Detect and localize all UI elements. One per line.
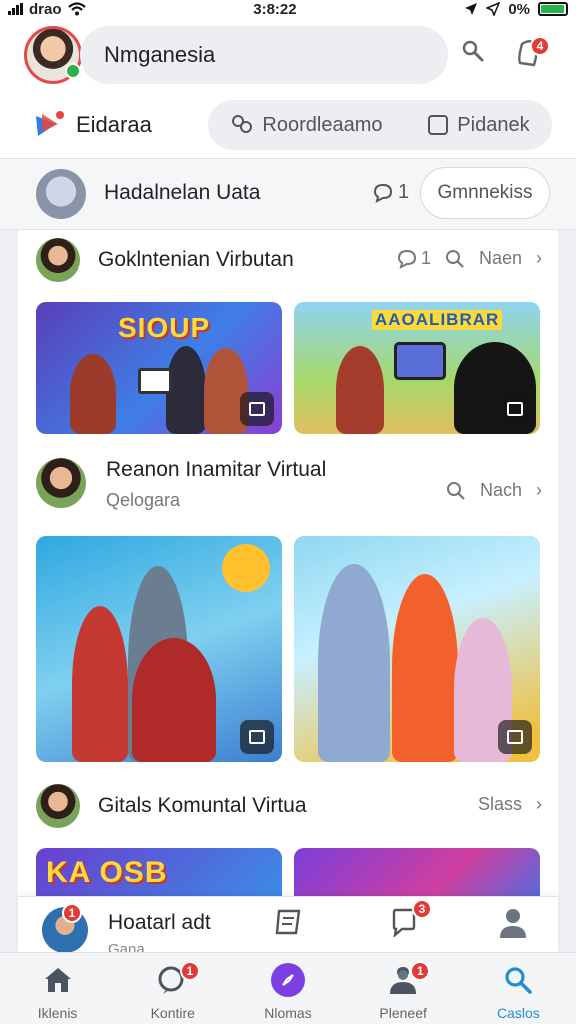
tab-label: Kontire bbox=[150, 1005, 195, 1021]
carrier-label: drao bbox=[29, 0, 62, 18]
online-dot bbox=[65, 63, 81, 79]
search-icon[interactable] bbox=[446, 481, 466, 501]
post-meta: Slass › bbox=[478, 794, 542, 815]
signal-icon bbox=[8, 3, 23, 15]
segment-control: Roordleaamo Pidanek bbox=[208, 100, 552, 150]
post-avatar[interactable] bbox=[36, 238, 80, 282]
search-icon[interactable] bbox=[460, 38, 486, 71]
segment-people-label: Roordleaamo bbox=[262, 113, 383, 136]
battery-icon bbox=[538, 2, 568, 16]
tab-label: Nlomas bbox=[264, 1005, 312, 1021]
tab-label: Pleneef bbox=[379, 1005, 427, 1021]
search-icon[interactable] bbox=[445, 249, 465, 269]
post-avatar[interactable] bbox=[36, 784, 80, 828]
post-header: Reanon Inamitar Virtual Qelogara Nach › bbox=[18, 452, 558, 522]
composer-title[interactable]: Hoatarl adt bbox=[108, 911, 211, 935]
post-title[interactable]: Reanon Inamitar Virtual bbox=[106, 458, 326, 482]
chevron-right-icon[interactable]: › bbox=[536, 794, 542, 815]
search-text: Nmganesia bbox=[104, 42, 216, 67]
post-header: Goklntenian Virbutan 1 Naen › bbox=[18, 230, 558, 290]
post-meta: Nach › bbox=[446, 480, 542, 501]
brand-name: Eidaraa bbox=[76, 112, 152, 137]
home-icon bbox=[41, 963, 75, 997]
brand: Eidaraa bbox=[34, 110, 152, 140]
post-image[interactable] bbox=[36, 536, 282, 762]
segment-page-label: Pidanek bbox=[457, 113, 530, 136]
clock: 3:8:22 bbox=[253, 0, 297, 18]
feed-card: Goklntenian Virbutan 1 Naen › SIOUP AAOA… bbox=[18, 230, 558, 950]
location-outline-icon bbox=[486, 2, 501, 16]
post-action[interactable]: Slass bbox=[478, 794, 522, 815]
message-badge: 3 bbox=[412, 899, 432, 919]
post-action[interactable]: Naen bbox=[479, 248, 522, 269]
location-icon bbox=[465, 3, 478, 15]
group-title[interactable]: Hadalnelan Uata bbox=[104, 181, 260, 205]
post-title[interactable]: Goklntenian Virbutan bbox=[98, 248, 294, 272]
tab-chat[interactable]: 1 Kontire bbox=[118, 961, 228, 1021]
status-bar: drao 3:8:22 0% bbox=[0, 0, 576, 18]
post-image[interactable]: AAOALIBRAR bbox=[294, 302, 540, 434]
share-icon[interactable] bbox=[240, 392, 274, 426]
tab-label: Caslos bbox=[496, 1005, 540, 1021]
profile-icon[interactable] bbox=[498, 907, 528, 944]
battery-percent: 0% bbox=[508, 0, 530, 18]
chevron-right-icon[interactable]: › bbox=[536, 248, 542, 269]
post-comment[interactable]: 1 bbox=[396, 248, 431, 269]
segment-page[interactable]: Pidanek bbox=[427, 113, 530, 137]
composer-bar: 1 Hoatarl adt Gana 3 bbox=[18, 896, 558, 952]
share-icon[interactable] bbox=[498, 720, 532, 754]
tab-label: Iklenis bbox=[37, 1005, 78, 1021]
brand-logo-icon bbox=[34, 110, 64, 140]
tab-people[interactable]: 1 Pleneef bbox=[348, 961, 458, 1021]
compass-icon bbox=[270, 963, 305, 997]
search-bar[interactable]: Nmganesia bbox=[80, 26, 448, 84]
post-image[interactable] bbox=[294, 536, 540, 762]
group-comment-count[interactable]: 1 bbox=[372, 181, 409, 204]
tab-badge: 1 bbox=[179, 961, 200, 981]
group-bar: Hadalnelan Uata 1 Gmnnekiss bbox=[0, 158, 576, 230]
tab-search[interactable]: Caslos bbox=[463, 963, 573, 1021]
search-icon bbox=[501, 963, 535, 997]
post-header: Gitals Komuntal Virtua Slass › bbox=[18, 782, 558, 842]
notification-badge: 4 bbox=[530, 36, 550, 56]
share-icon[interactable] bbox=[240, 720, 274, 754]
post-avatar[interactable] bbox=[36, 458, 86, 508]
profile-avatar[interactable] bbox=[24, 26, 82, 84]
post-action[interactable]: Nach bbox=[480, 480, 522, 501]
share-icon[interactable] bbox=[498, 392, 532, 426]
segment-people[interactable]: Roordleaamo bbox=[230, 113, 382, 137]
group-action-button[interactable]: Gmnnekiss bbox=[420, 167, 550, 219]
tab-badge: 1 bbox=[410, 961, 431, 981]
tab-bar: Iklenis 1 Kontire Nlomas 1 Pleneef Caslo… bbox=[0, 952, 576, 1024]
post-image[interactable]: SIOUP bbox=[36, 302, 282, 434]
chevron-right-icon[interactable]: › bbox=[536, 480, 542, 501]
post-meta: 1 Naen › bbox=[396, 248, 542, 269]
composer-avatar-badge: 1 bbox=[62, 903, 82, 923]
people-icon bbox=[232, 115, 253, 133]
square-icon bbox=[428, 115, 449, 135]
comment-icon bbox=[373, 183, 393, 203]
group-avatar[interactable] bbox=[36, 169, 86, 219]
comment-icon bbox=[397, 249, 416, 269]
post-title[interactable]: Gitals Komuntal Virtua bbox=[98, 794, 307, 818]
app-header: Nmganesia 4 Eidaraa Roordleaamo Pidanek bbox=[0, 18, 576, 158]
tab-home[interactable]: Iklenis bbox=[3, 963, 113, 1021]
composer-subtitle: Gana bbox=[108, 941, 145, 952]
tab-explore[interactable]: Nlomas bbox=[233, 963, 343, 1021]
post-draft-icon[interactable] bbox=[274, 907, 304, 942]
post-subtitle: Qelogara bbox=[106, 490, 181, 510]
wifi-icon bbox=[67, 2, 86, 16]
